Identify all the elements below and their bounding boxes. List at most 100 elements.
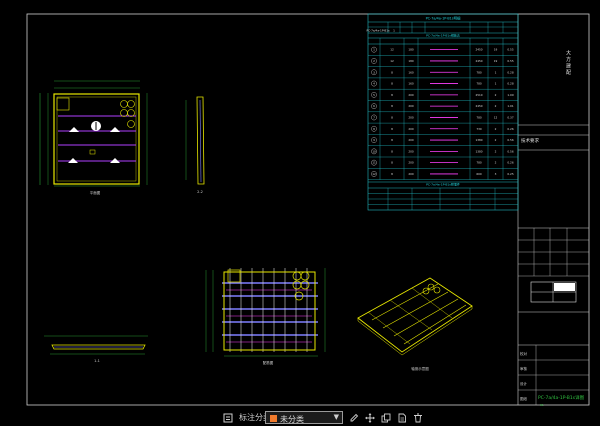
table-cell: 8: [391, 82, 393, 86]
copy-icon[interactable]: [380, 411, 392, 425]
table-cell: 11: [372, 161, 376, 165]
delete-icon[interactable]: [412, 411, 424, 425]
annotation-list-icon[interactable]: [222, 411, 234, 425]
table-cell: 0.55: [507, 59, 513, 63]
drawing-frame: [26, 13, 590, 406]
table-cell: 8: [373, 127, 375, 131]
table-cell: 160: [408, 82, 414, 86]
table-cell: 200: [408, 172, 414, 176]
title-block: 大 方 建 配 技术要求 校对 审核 设计 图纸 PC-7a/4a-1P-B1s…: [517, 14, 589, 407]
document-icon[interactable]: [396, 411, 408, 425]
table-cell: 780: [476, 161, 482, 165]
table-cell: 1: [495, 70, 497, 74]
table-cell: 8: [391, 93, 393, 97]
table-cell: 1.01: [507, 104, 513, 108]
table-cell: 12: [390, 48, 394, 52]
company-name: 大 方 建 配: [565, 49, 571, 76]
table-cell: 2450: [475, 104, 482, 108]
table-cell: 6: [373, 104, 375, 108]
table-cell: 1380: [475, 138, 482, 142]
rebar-schedule-table: PC-7a/4a-1P-B1s明细 PC-7a/4a-1P-B1s钢筋表 PC-…: [366, 13, 519, 211]
table-cell: 200: [408, 138, 414, 142]
table-cell: 12: [372, 172, 376, 176]
table-cell: 8: [391, 115, 393, 119]
table-cell: 9: [373, 138, 375, 142]
table-cell: 7: [373, 115, 375, 119]
table-cell: 10: [372, 149, 376, 153]
table-cell: PC-7a/4a-1P-B1s: [366, 29, 390, 33]
section-view-label: 2-2: [197, 190, 203, 194]
field-label-3: 设计: [520, 381, 528, 386]
table-cell: 12: [494, 115, 498, 119]
table-cell: 0.26: [507, 127, 513, 131]
table-cell: 3: [373, 70, 375, 74]
status-toolbar: 标注分类 未分类 ▼: [0, 410, 600, 426]
side-view-label: 1-1: [94, 359, 100, 363]
scale-label: 图纸: [520, 396, 528, 401]
table-cell: 0.25: [507, 172, 513, 176]
table-cell: 8: [391, 104, 393, 108]
table-cell: 3: [495, 172, 497, 176]
table-cell: 200: [408, 93, 414, 97]
table-cell: 0.56: [507, 138, 513, 142]
notes-label: 技术要求: [521, 137, 539, 144]
table-cell: 200: [408, 104, 414, 108]
table-title: PC-7a/4a-1P-B1s明细: [426, 16, 461, 21]
table-cell: 2510: [475, 93, 482, 97]
table-cell: 2: [495, 104, 497, 108]
section-view: 2-2: [185, 96, 205, 194]
table-cell: 5: [373, 93, 375, 97]
isometric-view: 轴测示意图: [357, 277, 473, 371]
plan-view-label: 平面图: [90, 190, 101, 195]
drawing-name: PC-7a/4a-1P-B1s详图: [538, 394, 585, 401]
table-cell: 8: [391, 70, 393, 74]
table-cell: 180: [408, 59, 414, 63]
category-select-value: 未分类: [280, 415, 304, 424]
table-cell: 780: [476, 115, 482, 119]
plan-view: 平面图: [39, 80, 148, 195]
side-view: 1-1: [44, 335, 148, 363]
table-cell: 2: [495, 149, 497, 153]
table-cell: 0.26: [507, 161, 513, 165]
table-cell: 0.37: [507, 115, 513, 119]
table-cell: 2: [495, 127, 497, 131]
table-cell: 8: [391, 127, 393, 131]
table-cell: 1: [393, 29, 395, 33]
category-select[interactable]: 未分类 ▼: [265, 411, 343, 424]
table-cell: 200: [408, 149, 414, 153]
table-cell: 1380: [475, 149, 482, 153]
table-cell: 0.55: [507, 48, 513, 52]
isometric-view-label: 轴测示意图: [411, 366, 429, 371]
cad-drawing-canvas[interactable]: 大 方 建 配 技术要求 校对 审核 设计 图纸 PC-7a/4a-1P-B1s…: [0, 0, 600, 410]
table-cell: 8: [391, 172, 393, 176]
table-cell: 12: [390, 59, 394, 63]
table-cell: 180: [408, 48, 414, 52]
table-cell: 4: [373, 82, 375, 86]
table-cell: 0.28: [507, 70, 513, 74]
table-cell: 1: [373, 48, 375, 52]
table-cell: 2: [495, 138, 497, 142]
table-cell: 780: [476, 70, 482, 74]
table-cell: 2: [495, 93, 497, 97]
table-cell: 8: [391, 161, 393, 165]
table-cell: 0.56: [507, 149, 513, 153]
table-cell: 8: [391, 149, 393, 153]
table-cell: 2450: [475, 59, 482, 63]
table-cell: 780: [476, 82, 482, 86]
edit-icon[interactable]: [348, 411, 360, 425]
chevron-down-icon: ▼: [333, 413, 339, 421]
category-color-swatch: [270, 415, 277, 422]
table-cell: 2450: [475, 48, 482, 52]
rebar-plan-view: 配筋图: [205, 268, 326, 365]
move-icon[interactable]: [364, 411, 376, 425]
table-cell: 200: [408, 115, 414, 119]
table-cell: 8: [391, 138, 393, 142]
table-cell: 200: [408, 127, 414, 131]
table-cell: 160: [408, 70, 414, 74]
table-cell: 1: [495, 82, 497, 86]
table-cell: 19: [494, 48, 498, 52]
table-cell: 200: [408, 161, 414, 165]
table-cell: 2: [495, 161, 497, 165]
field-label-1: 校对: [520, 351, 528, 356]
rebar-plan-label: 配筋图: [263, 360, 274, 365]
